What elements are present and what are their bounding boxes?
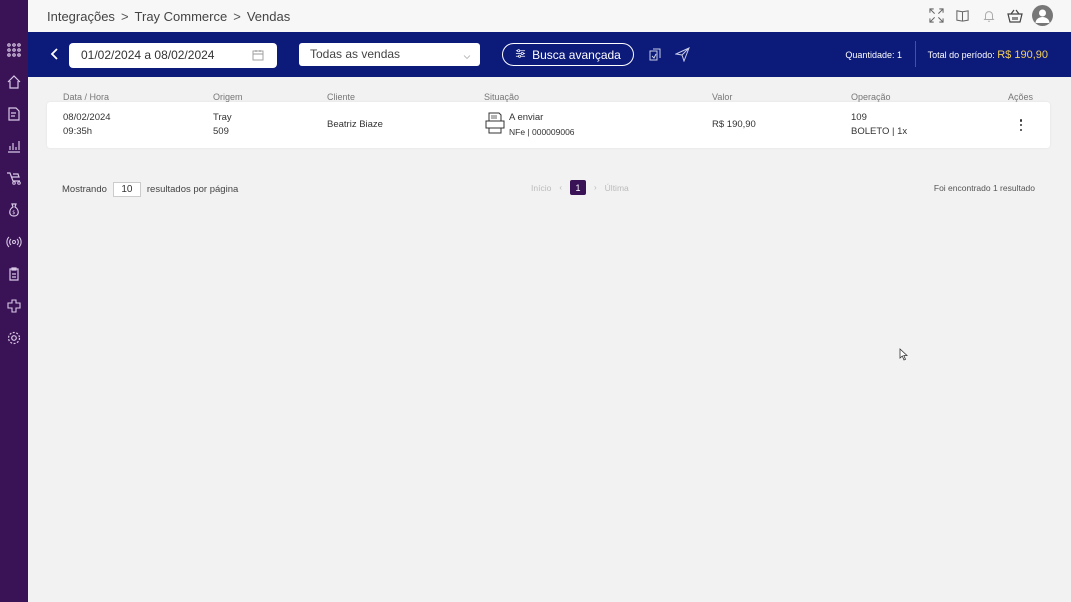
filter-bar: 01/02/2024 a 08/02/2024 Todas as vendas … xyxy=(28,32,1071,77)
column-header: Data / Hora xyxy=(63,92,110,102)
next-page-icon[interactable]: › xyxy=(594,183,597,192)
chart-icon[interactable] xyxy=(4,136,24,156)
current-page-button[interactable]: 1 xyxy=(570,180,586,195)
filter-sliders-icon xyxy=(515,48,526,62)
per-page-control: Mostrando 10 resultados por página xyxy=(62,182,238,197)
prev-page-icon[interactable]: ‹ xyxy=(559,183,562,192)
pager: Início ‹ 1 › Última xyxy=(531,180,629,195)
sale-operation: BOLETO | 1x xyxy=(851,126,908,137)
user-avatar-icon[interactable] xyxy=(1032,5,1053,26)
svg-text:$: $ xyxy=(12,210,15,216)
sale-value: R$ 190,90 xyxy=(712,119,756,130)
delivery-icon[interactable] xyxy=(4,168,24,188)
column-header: Ações xyxy=(1008,92,1034,102)
breadcrumb-integrations[interactable]: Integrações xyxy=(47,9,115,24)
breadcrumb-sales: Vendas xyxy=(246,8,291,24)
breadcrumb-separator: > xyxy=(120,8,129,24)
sale-nfe: NFe | 000009006 xyxy=(509,127,575,137)
sale-status: A enviar xyxy=(509,112,544,123)
invoice-printer-icon xyxy=(485,112,505,134)
per-page-input[interactable]: 10 xyxy=(112,182,141,197)
edit-document-icon[interactable] xyxy=(4,104,24,124)
column-header: Origem xyxy=(213,92,243,102)
showing-label: Mostrando xyxy=(62,184,107,195)
row-actions-menu-icon[interactable] xyxy=(1019,119,1023,131)
table-header: Data / Hora Origem Cliente Situação Valo… xyxy=(47,92,1050,102)
bell-icon[interactable] xyxy=(980,7,997,24)
date-range-value: 01/02/2024 a 08/02/2024 xyxy=(81,48,215,62)
divider xyxy=(915,41,916,67)
column-header: Cliente xyxy=(327,92,356,102)
back-arrow-icon[interactable] xyxy=(48,47,62,61)
table-row[interactable]: 08/02/2024 09:35h Tray 509 Beatriz Biaze… xyxy=(47,102,1050,148)
sale-time: 09:35h xyxy=(63,126,93,137)
chevron-down-icon xyxy=(463,50,471,60)
sale-origin: Tray xyxy=(213,112,232,123)
top-bar: Integrações > Tray Commerce > Vendas xyxy=(28,0,1071,32)
column-header: Operação xyxy=(851,92,891,102)
sales-type-select[interactable]: Todas as vendas xyxy=(299,43,480,66)
sale-origin-id: 509 xyxy=(213,126,229,137)
breadcrumb-tray-commerce[interactable]: Tray Commerce xyxy=(135,9,228,24)
pagination-bar: Mostrando 10 resultados por página Iníci… xyxy=(62,179,1035,197)
quantity-display: Quantidade: 1 xyxy=(845,50,902,60)
last-page-link[interactable]: Última xyxy=(605,183,629,193)
breadcrumb: Integrações > Tray Commerce > Vendas xyxy=(47,9,290,24)
advanced-search-label: Busca avançada xyxy=(532,47,621,62)
total-value: R$ 190,90 xyxy=(997,49,1048,61)
period-total: Total do período: R$ 190,90 xyxy=(928,49,1048,61)
date-range-input[interactable]: 01/02/2024 a 08/02/2024 xyxy=(69,43,277,68)
apps-grid-icon[interactable] xyxy=(4,40,24,60)
calendar-icon[interactable] xyxy=(252,49,264,61)
help-book-icon[interactable] xyxy=(954,7,971,24)
total-label: Total do período: xyxy=(927,50,995,60)
results-count: Foi encontrado 1 resultado xyxy=(933,183,1035,193)
broadcast-icon[interactable] xyxy=(4,232,24,252)
money-bag-icon[interactable]: $ xyxy=(4,200,24,220)
settings-icon[interactable] xyxy=(4,328,24,348)
puzzle-icon[interactable] xyxy=(4,296,24,316)
column-header: Situação xyxy=(484,92,520,102)
basket-icon[interactable] xyxy=(1006,7,1023,24)
sale-client: Beatriz Biaze xyxy=(327,119,383,130)
mouse-cursor-icon xyxy=(899,348,909,361)
quantity-value: 1 xyxy=(896,50,902,60)
home-icon[interactable] xyxy=(4,72,24,92)
breadcrumb-separator: > xyxy=(233,8,241,24)
sales-type-value: Todas as vendas xyxy=(310,47,401,61)
per-page-suffix: resultados por página xyxy=(146,184,239,195)
export-document-icon[interactable] xyxy=(648,47,663,62)
first-page-link[interactable]: Início xyxy=(531,183,551,193)
fullscreen-icon[interactable] xyxy=(928,7,945,24)
clipboard-icon[interactable] xyxy=(4,264,24,284)
sidebar: $ xyxy=(0,0,28,602)
send-icon[interactable] xyxy=(674,47,690,63)
sale-operation-id: 109 xyxy=(851,112,867,123)
quantity-label: Quantidade: xyxy=(845,50,895,60)
column-header: Valor xyxy=(712,92,733,102)
sale-date: 08/02/2024 xyxy=(63,112,111,123)
advanced-search-button[interactable]: Busca avançada xyxy=(502,43,634,66)
